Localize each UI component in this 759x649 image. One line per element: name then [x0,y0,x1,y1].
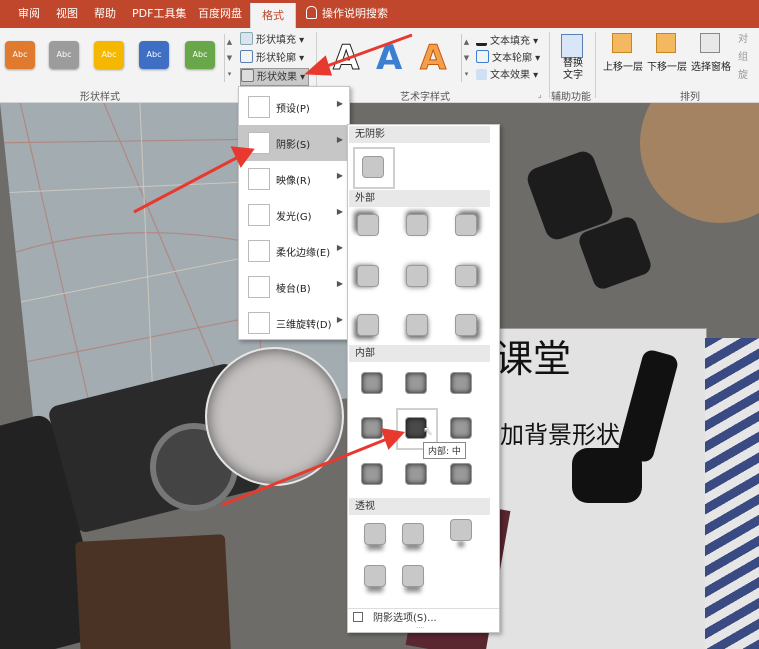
annotation-arrow-shadow [133,153,243,214]
annotation-arrowhead [380,428,406,450]
annotation-arrows [133,33,413,507]
annotation-arrow-inner [221,435,393,507]
annotation-arrowhead [230,146,255,168]
annotation-arrow-effects [315,33,413,72]
annotation-arrowhead [304,55,333,76]
